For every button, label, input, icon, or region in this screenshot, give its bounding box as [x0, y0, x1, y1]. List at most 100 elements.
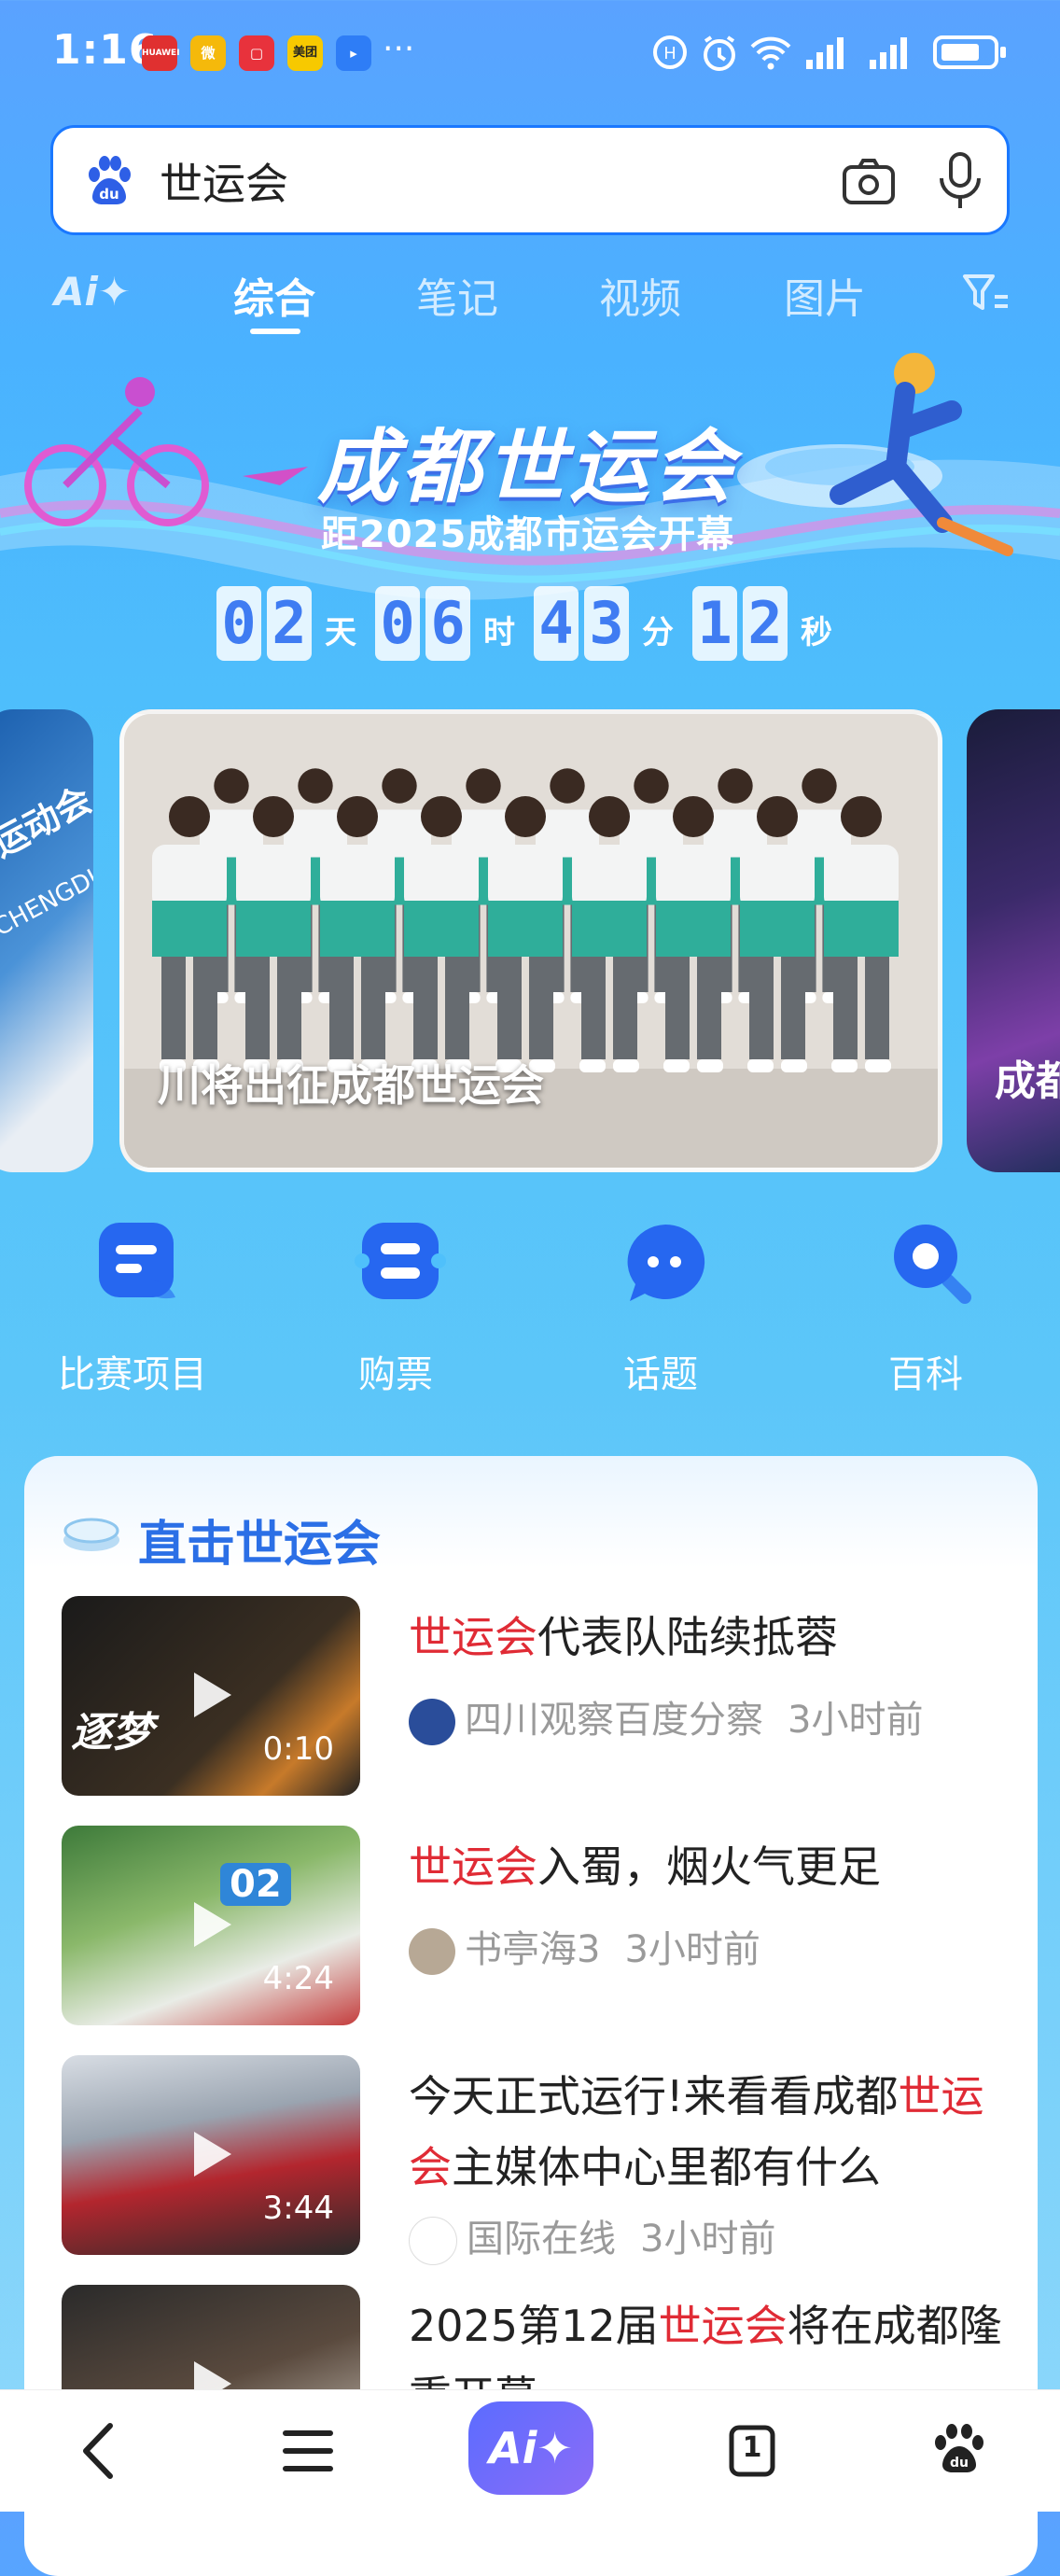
battery-icon [933, 35, 1006, 69]
tabs-count-icon[interactable]: 1 [705, 2409, 799, 2493]
play-icon [194, 1673, 231, 1717]
source-avatar-icon [409, 1699, 455, 1745]
event-banner[interactable]: 成都世运会 距2025成都市运会开幕 02 天 06 时 43 分 12 秒 [0, 336, 1060, 709]
news-source: 书亭海3 [465, 1928, 601, 1971]
news-thumbnail[interactable]: 02 4:24 [62, 1826, 360, 2025]
baidu-home-icon[interactable]: du [913, 2409, 1006, 2493]
video-duration: 4:24 [262, 1960, 334, 1997]
svg-text:du: du [950, 2456, 969, 2471]
seconds-digit-1: 1 [692, 586, 737, 661]
hours-digit-1: 0 [375, 586, 420, 661]
huawei-store-icon: HUAWEI [142, 35, 180, 71]
next-card-caption: 成都 [995, 1057, 1060, 1105]
video-duration: 0:10 [262, 1730, 334, 1768]
tab-videos[interactable]: 视频 [599, 265, 681, 325]
news-time: 3小时前 [788, 1699, 924, 1742]
minutes-unit: 分 [642, 614, 674, 651]
ai-tab[interactable]: Ai✦ [54, 269, 131, 315]
tab-images[interactable]: 图片 [784, 265, 866, 325]
signal-1-icon [804, 34, 849, 78]
ticket-icon [349, 1213, 452, 1316]
banner-subtitle: 距2025成都市运会开幕 [321, 513, 735, 556]
search-bar[interactable]: du [50, 125, 1010, 235]
hd-call-icon: H [651, 34, 689, 78]
tab-count: 1 [742, 2431, 762, 2464]
news-thumbnail[interactable]: 逐梦 0:10 [62, 1596, 360, 1796]
alarm-icon [700, 34, 739, 80]
list-icon [86, 1213, 188, 1316]
source-avatar-icon [409, 1928, 455, 1975]
shortcut-label: 比赛项目 [58, 1353, 207, 1396]
chat-bubble-icon [614, 1213, 717, 1316]
search-lens-icon [879, 1213, 982, 1316]
microphone-icon[interactable] [934, 150, 986, 212]
search-input[interactable] [158, 152, 871, 210]
countdown-timer: 02 天 06 时 43 分 12 秒 [216, 577, 851, 661]
shortcut-encyclopedia[interactable]: 百科 [832, 1213, 1019, 1400]
news-thumbnail[interactable]: 3:44 [62, 2055, 360, 2255]
news-time: 3小时前 [640, 2218, 776, 2261]
svg-text:H: H [663, 44, 676, 63]
live-stage-icon [62, 1512, 121, 1553]
carousel-card-next[interactable]: 成都 [967, 709, 1060, 1172]
wifi-icon [748, 34, 793, 78]
shortcut-label: 百科 [888, 1353, 963, 1396]
thumb-overlay-text: 逐梦 [71, 1709, 153, 1757]
prev-card-text-en: CHENGDU [0, 859, 93, 943]
shortcut-label: 话题 [623, 1353, 698, 1396]
shortcut-label: 购票 [358, 1353, 433, 1396]
news-item[interactable]: 3:44 今天正式运行!来看看成都世运会主媒体中心里都有什么 国际在线 3小时前 [62, 2055, 1006, 2265]
source-avatar-icon [409, 2217, 457, 2265]
days-digit-1: 0 [216, 586, 261, 661]
minutes-digit-1: 4 [534, 586, 579, 661]
hours-unit: 时 [483, 614, 515, 651]
svg-text:du: du [99, 186, 119, 203]
back-icon[interactable] [54, 2409, 147, 2493]
news-source: 四川观察百度分察 [465, 1699, 763, 1742]
news-meta: 四川观察百度分察 3小时前 [409, 1689, 923, 1745]
shortcut-events[interactable]: 比赛项目 [39, 1213, 226, 1400]
blue-app-icon: ▸ [336, 35, 371, 71]
news-headline[interactable]: 世运会代表队陆续抵蓉 [409, 1602, 1006, 1673]
meituan-icon: 美团 [287, 35, 323, 71]
bottom-navigation: Ai✦ 1 du [0, 2389, 1060, 2512]
weibo-icon: 微 [190, 35, 226, 71]
tab-comprehensive[interactable]: 综合 [233, 265, 315, 325]
days-unit: 天 [325, 614, 356, 651]
news-time: 3小时前 [624, 1928, 760, 1971]
play-icon [194, 1902, 231, 1947]
hours-digit-2: 6 [425, 586, 470, 661]
menu-icon[interactable] [261, 2409, 355, 2493]
carousel-card-prev[interactable]: 运动会 CHENGDU [0, 709, 93, 1172]
panel-title: 直击世运会 [138, 1517, 382, 1573]
news-headline[interactable]: 今天正式运行!来看看成都世运会主媒体中心里都有什么 [409, 2061, 1006, 2203]
carousel-card-main[interactable]: 川将出征成都世运会 [119, 709, 942, 1172]
signal-2-icon [858, 34, 913, 78]
tab-notes[interactable]: 笔记 [416, 265, 498, 325]
news-headline[interactable]: 世运会入蜀，烟火气更足 [409, 1831, 1006, 1902]
more-notifications-icon: ··· [383, 30, 415, 68]
shortcut-tickets[interactable]: 购票 [302, 1213, 489, 1400]
seconds-digit-2: 2 [743, 586, 788, 661]
news-meta: 书亭海3 3小时前 [409, 1919, 760, 1975]
play-icon [194, 2132, 231, 2177]
seconds-unit: 秒 [801, 614, 832, 651]
status-bar: 1:16 HUAWEI 微 ▢ 美团 ▸ ··· H [0, 0, 1060, 110]
baidu-paw-icon: du [81, 152, 137, 208]
minutes-digit-2: 3 [584, 586, 629, 661]
filter-icon[interactable] [961, 271, 1010, 317]
news-meta: 国际在线 3小时前 [409, 2208, 775, 2265]
news-item[interactable]: 逐梦 0:10 世运会代表队陆续抵蓉 四川观察百度分察 3小时前 [62, 1596, 1004, 1796]
news-source: 国际在线 [467, 2218, 616, 2261]
shortcut-topics[interactable]: 话题 [567, 1213, 754, 1400]
days-digit-2: 2 [267, 586, 312, 661]
red-app-icon: ▢ [239, 35, 274, 71]
carousel-caption: 川将出征成都世运会 [158, 1060, 544, 1111]
video-duration: 3:44 [262, 2190, 334, 2227]
camera-icon[interactable] [841, 156, 897, 208]
ai-assistant-button[interactable]: Ai✦ [468, 2401, 593, 2495]
prev-card-text: 运动会 [0, 778, 93, 865]
active-tab-indicator [250, 329, 300, 334]
news-item[interactable]: 02 4:24 世运会入蜀，烟火气更足 书亭海3 3小时前 [62, 1826, 1004, 2025]
banner-title: 成都世运会 [317, 421, 737, 514]
